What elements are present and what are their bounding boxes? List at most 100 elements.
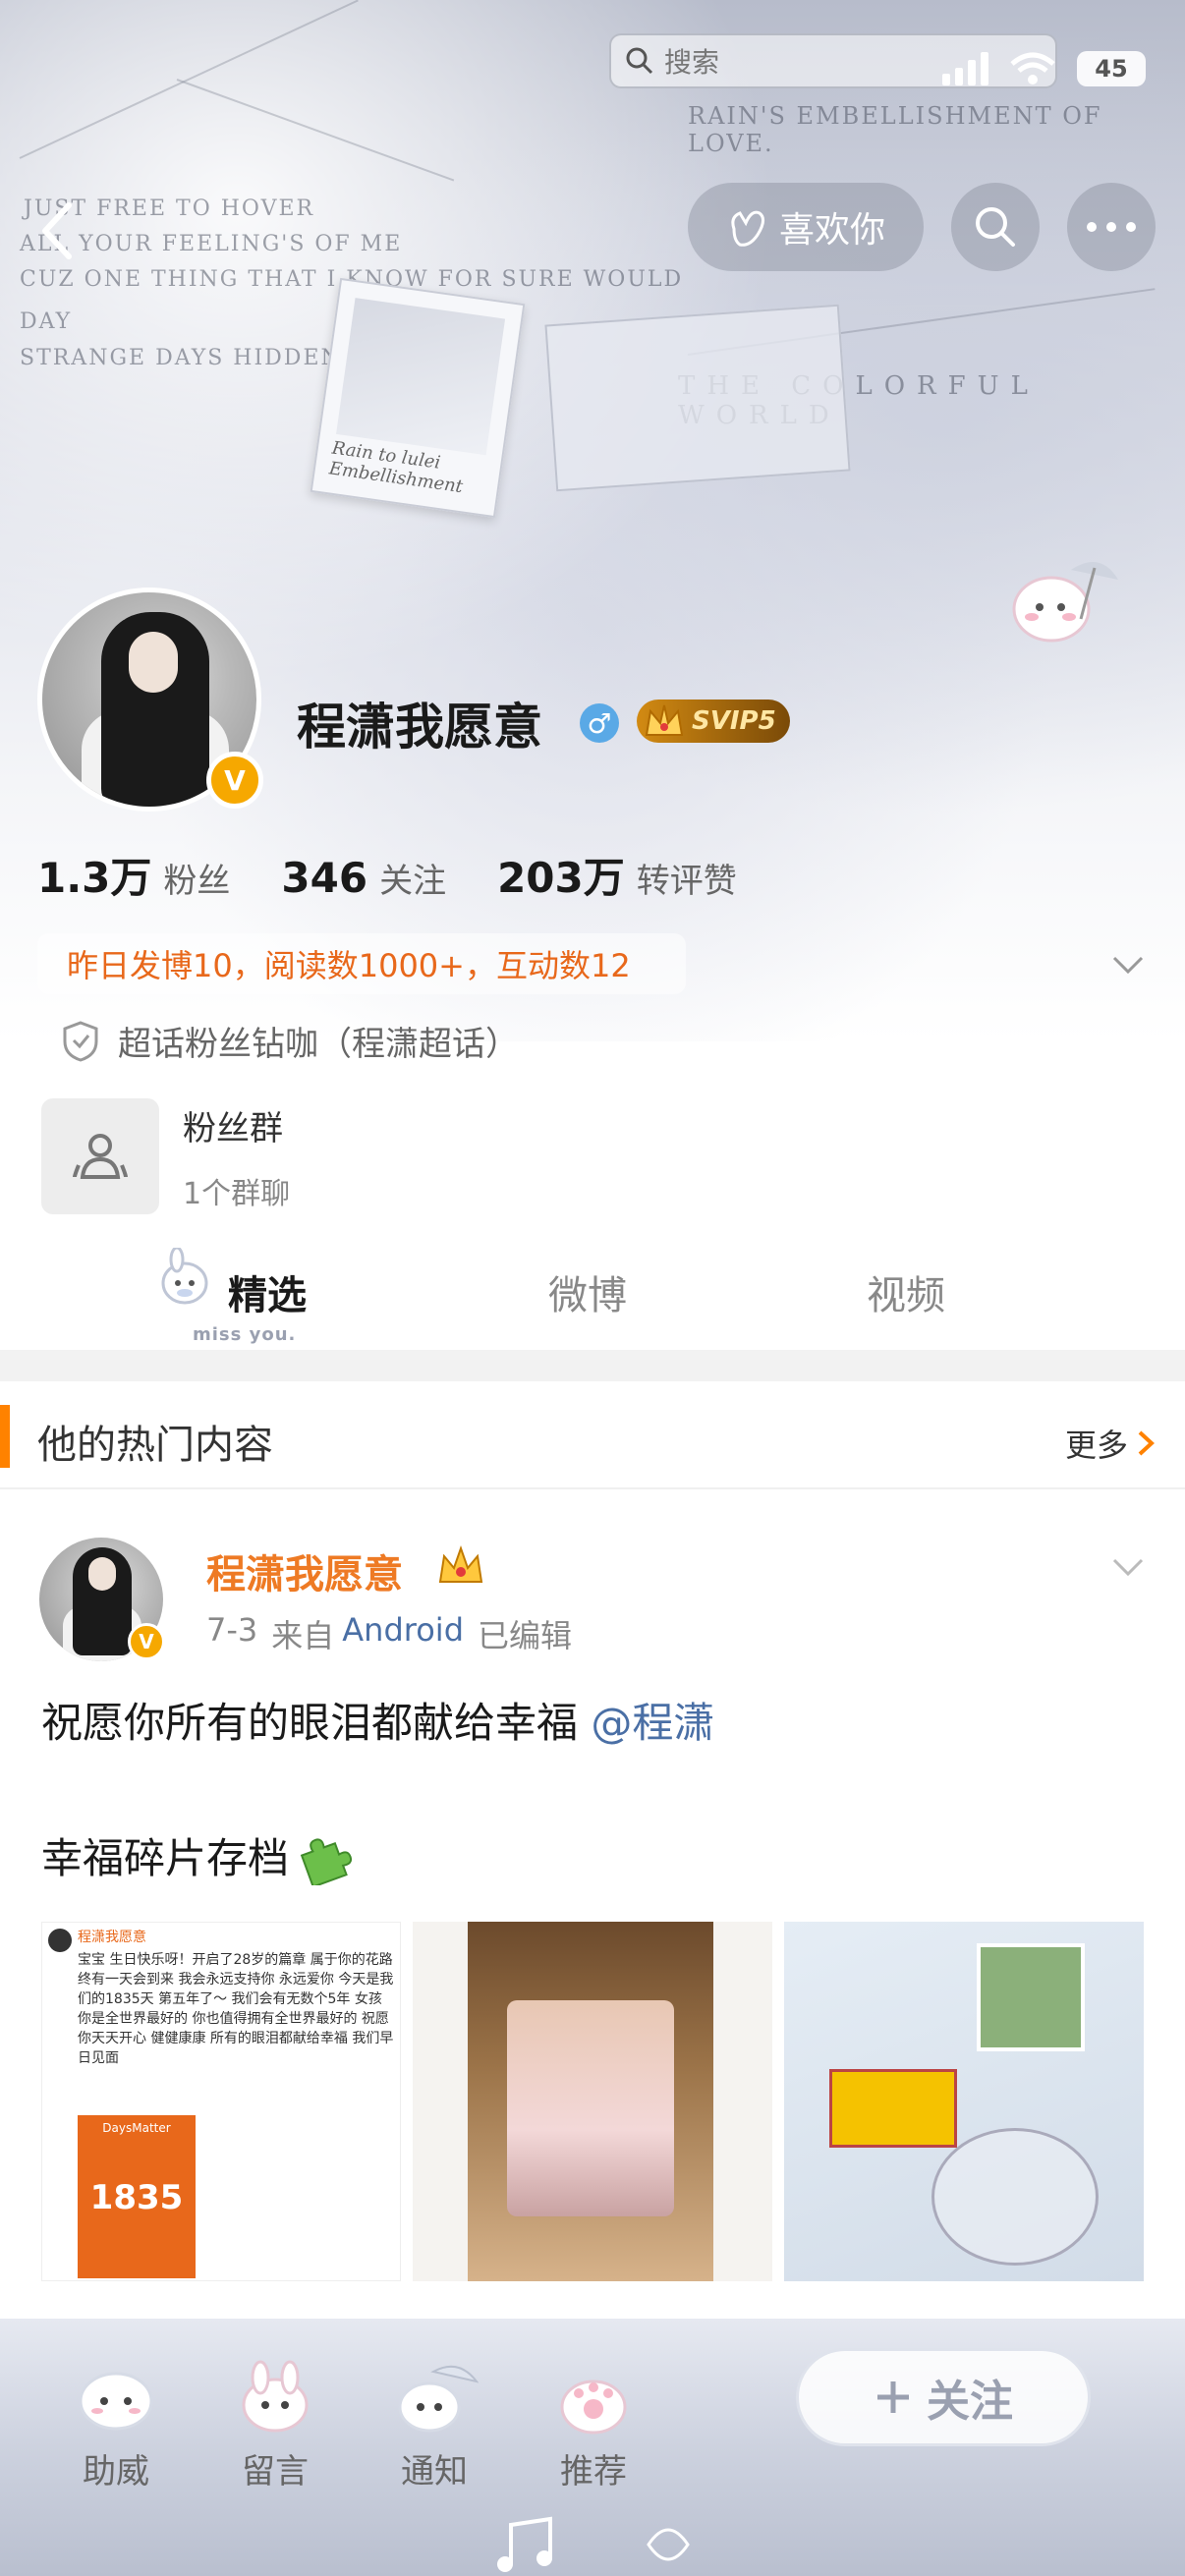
post-images: 程潇我愿意 宝宝 生日快乐呀！开启了28岁的篇章 属于你的花路终有一天会到来 我… [41,1922,1144,2281]
supertopic-label: 超话粉丝钻咖（程潇超话） [118,1025,519,1064]
mascot-umbrella-icon [1012,562,1118,643]
mascot-umbrella-icon [398,2365,479,2433]
like-you-button[interactable]: 喜欢你 [688,183,924,271]
post-meta: 7-3 来自 Android 已编辑 [206,1611,572,1656]
bottom-cheer-label: 助威 [83,2452,149,2492]
bottom-recommend-label: 推荐 [560,2452,627,2492]
more-button[interactable]: 更多 [1065,1421,1156,1466]
post-mention-link[interactable]: @程潇 [591,1699,714,1747]
verified-badge: V [128,1623,165,1660]
post-author-name[interactable]: 程潇我愿意 [206,1542,403,1599]
search-icon [626,47,653,75]
like-you-label: 喜欢你 [778,210,885,251]
more-dots-icon [1087,222,1136,232]
tab-weibo[interactable]: 微博 [548,1263,627,1320]
bottom-notify-label: 通知 [401,2452,468,2492]
banner-decoration [19,0,359,159]
post-text: 祝愿你所有的眼泪都献给幸福 @程潇 [41,1690,714,1750]
search-icon [976,207,1015,247]
fan-group-title: 粉丝群 [183,1108,283,1148]
stat-followers[interactable]: 1.3万 粉丝 [37,845,230,905]
bottom-message-button[interactable]: 留言 [206,2358,344,2505]
thumb-card-title: DaysMatter [102,2121,171,2135]
thumb-photo-portrait [507,2000,674,2216]
daily-summary[interactable]: 昨日发博10，阅读数1000+，互动数12 [37,933,686,994]
tab-video[interactable]: 视频 [867,1263,945,1320]
shield-icon [63,1020,98,1062]
search-placeholder: 搜索 [664,46,720,79]
thumb-poster [829,2069,957,2148]
post-subtext-body: 幸福碎片存档 [41,1834,290,1882]
banner-text-left5: STRANGE DAYS HIDDEN [20,346,342,370]
bottom-notify-button[interactable]: 通知 [366,2358,503,2505]
hand-heart-icon [731,210,764,247]
banner-text-left4: DAY [20,309,73,334]
plus-icon [877,2381,909,2413]
profile-username: 程潇我愿意 [297,699,542,756]
post-date: 7-3 [206,1611,258,1649]
banner-polaroid: Rain to lulei Embellishment [310,277,526,519]
tab-featured[interactable]: 精选 [228,1263,307,1320]
thumb-author: 程潇我愿意 [78,1930,146,1945]
section-divider [0,1350,1185,1381]
thumb-days-card: DaysMatter 1835 [78,2115,196,2278]
mascot-bunny-icon [161,1248,208,1305]
stat-label: 关注 [379,862,447,901]
stat-number: 203万 [497,854,625,902]
bottom-cheer-button[interactable]: 助威 [47,2358,185,2505]
stat-following[interactable]: 346 关注 [281,854,446,902]
chevron-left-icon [42,202,72,259]
more-button[interactable] [1067,183,1156,271]
profile-stats: 1.3万 粉丝 346 关注 203万 转评赞 [37,845,737,905]
thumb-avatar [48,1929,72,1952]
stat-number: 1.3万 [37,854,152,902]
thumb-umbrella [931,2128,1099,2266]
thumb-photo-small [977,1943,1085,2051]
stat-label: 转评赞 [636,862,737,901]
hot-content-title: 他的热门内容 [37,1423,273,1468]
svip-badge[interactable]: SVIP5 [637,700,790,743]
battery-indicator: 45 [1077,51,1146,86]
more-label: 更多 [1064,1427,1128,1464]
hot-accent-bar [0,1405,10,1468]
follow-button[interactable]: 关注 [796,2348,1091,2446]
stat-label: 粉丝 [163,862,231,901]
fan-group-subtitle: 1个群聊 [183,1176,291,1211]
banner-text-line1: RAIN'S EMBELLISHMENT OF LOVE. [688,102,1102,157]
crown-icon [438,1544,483,1583]
mascot-cloud-icon [79,2372,153,2431]
post-image-1[interactable]: 程潇我愿意 宝宝 生日快乐呀！开启了28岁的篇章 属于你的花路终有一天会到来 我… [41,1922,401,2281]
thumb-card-number: 1835 [89,2178,184,2217]
fan-group-icon-box [41,1098,159,1214]
banner-paper-note [544,304,851,492]
post-text-body: 祝愿你所有的眼泪都献给幸福 [41,1699,579,1747]
mascot-paw-icon [560,2380,627,2435]
fan-group-row[interactable]: 粉丝群 1个群聊 [41,1098,290,1214]
post-edited: 已编辑 [478,1617,573,1654]
bottom-recommend-button[interactable]: 推荐 [525,2358,662,2505]
tab-mascot-text: miss you. [193,1324,297,1345]
fan-group-text: 粉丝群 1个群聊 [183,1101,290,1212]
group-users-icon [73,1134,128,1179]
svip-label: SVIP5 [692,706,776,736]
gender-male-icon: ♂ [580,703,619,743]
search-button[interactable] [951,183,1040,271]
follow-label: 关注 [927,2377,1013,2427]
stat-number: 346 [281,854,368,902]
search-input[interactable]: 搜索 [609,33,1057,88]
thumb-text: 宝宝 生日快乐呀！开启了28岁的篇章 属于你的花路终有一天会到来 我会永远支持你… [78,1952,394,2066]
chevron-down-icon[interactable] [1108,1547,1148,1587]
post-image-3[interactable] [784,1922,1144,2281]
crown-icon [645,704,684,736]
post-source[interactable]: Android [342,1611,464,1656]
chevron-right-icon [1138,1430,1155,1456]
puzzle-piece-icon [300,1837,353,1885]
verified-badge: V [206,752,263,809]
stat-interactions[interactable]: 203万 转评赞 [497,845,737,905]
supertopic-row[interactable]: 超话粉丝钻咖（程潇超话） [61,1017,519,1065]
chevron-down-icon[interactable] [1108,945,1148,984]
back-button[interactable] [28,192,86,270]
post-image-2[interactable] [413,1922,772,2281]
bottom-message-label: 留言 [242,2452,309,2492]
music-notes-decoration-icon [497,2516,690,2572]
